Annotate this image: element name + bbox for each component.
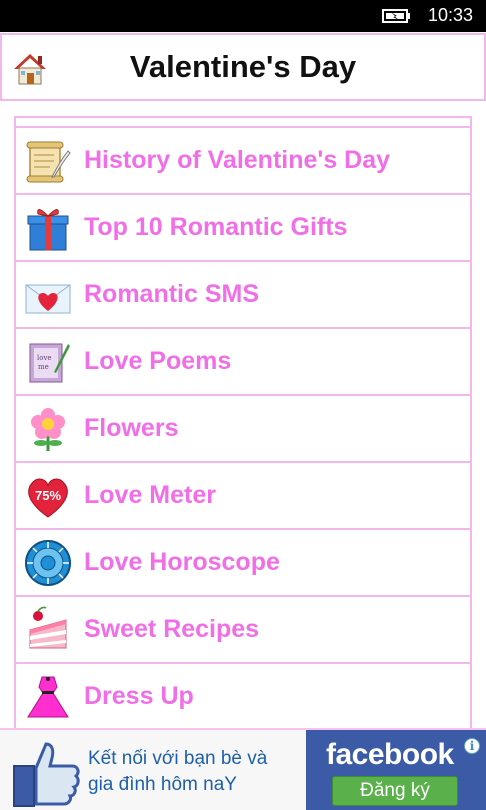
cake-slice-icon <box>22 604 74 656</box>
svg-text:me: me <box>38 363 49 371</box>
menu-item-recipes[interactable]: Sweet Recipes <box>16 595 470 662</box>
menu-item-label: Love Poems <box>84 347 232 375</box>
app-root: 10:33 Valentine's Day History of Valenti… <box>0 0 486 810</box>
app-header: Valentine's Day <box>0 33 486 101</box>
gift-box-icon <box>22 202 74 254</box>
clock-time: 10:33 <box>428 5 474 25</box>
poem-book-icon: love me <box>22 336 74 388</box>
menu-item-label: Top 10 Romantic Gifts <box>84 213 348 241</box>
ad-brand-name: facebook <box>326 738 454 771</box>
menu-list: History of Valentine's Day Top 10 Romant… <box>16 126 470 729</box>
menu-item-label: Love Meter <box>84 481 216 509</box>
menu-item-flowers[interactable]: Flowers <box>16 394 470 461</box>
love-meter-badge: 75% <box>35 488 61 503</box>
menu-item-history[interactable]: History of Valentine's Day <box>16 126 470 193</box>
menu-item-gifts[interactable]: Top 10 Romantic Gifts <box>16 193 470 260</box>
ad-text-line1: Kết nối với bạn bè và <box>88 748 268 769</box>
pink-flower-icon <box>22 403 74 455</box>
zodiac-wheel-icon <box>22 537 74 589</box>
heart-meter-icon: 75% <box>22 470 74 522</box>
menu-item-poems[interactable]: love me Love Poems <box>16 327 470 394</box>
menu-item-sms[interactable]: Romantic SMS <box>16 260 470 327</box>
ad-brand-box: facebook Đăng ký i <box>306 730 486 810</box>
scroll-quill-icon <box>22 135 74 187</box>
pink-dress-icon <box>22 671 74 723</box>
menu-item-label: History of Valentine's Day <box>84 146 391 174</box>
svg-text:love: love <box>37 354 52 362</box>
menu-item-dress-up[interactable]: Dress Up <box>16 662 470 729</box>
menu-item-love-meter[interactable]: 75% Love Meter <box>16 461 470 528</box>
menu-item-label: Romantic SMS <box>84 280 260 308</box>
ad-banner[interactable]: Kết nối với bạn bè và gia đình hôm naY f… <box>0 728 486 810</box>
ad-text-line2: gia đình hôm naY <box>88 774 237 795</box>
menu-item-label: Love Horoscope <box>84 548 280 576</box>
ad-text: Kết nối với bạn bè và gia đình hôm naY <box>88 746 267 798</box>
thumbs-up-icon <box>13 742 80 807</box>
menu-item-label: Flowers <box>84 414 179 442</box>
battery-charging-icon <box>382 9 410 23</box>
love-letter-icon <box>22 269 74 321</box>
menu-item-label: Dress Up <box>84 682 194 710</box>
ad-signup-button[interactable]: Đăng ký <box>332 776 458 806</box>
status-bar: 10:33 <box>0 0 486 32</box>
menu-item-horoscope[interactable]: Love Horoscope <box>16 528 470 595</box>
menu-item-label: Sweet Recipes <box>84 615 260 643</box>
ad-info-icon[interactable]: i <box>464 738 480 754</box>
page-title: Valentine's Day <box>129 49 357 84</box>
